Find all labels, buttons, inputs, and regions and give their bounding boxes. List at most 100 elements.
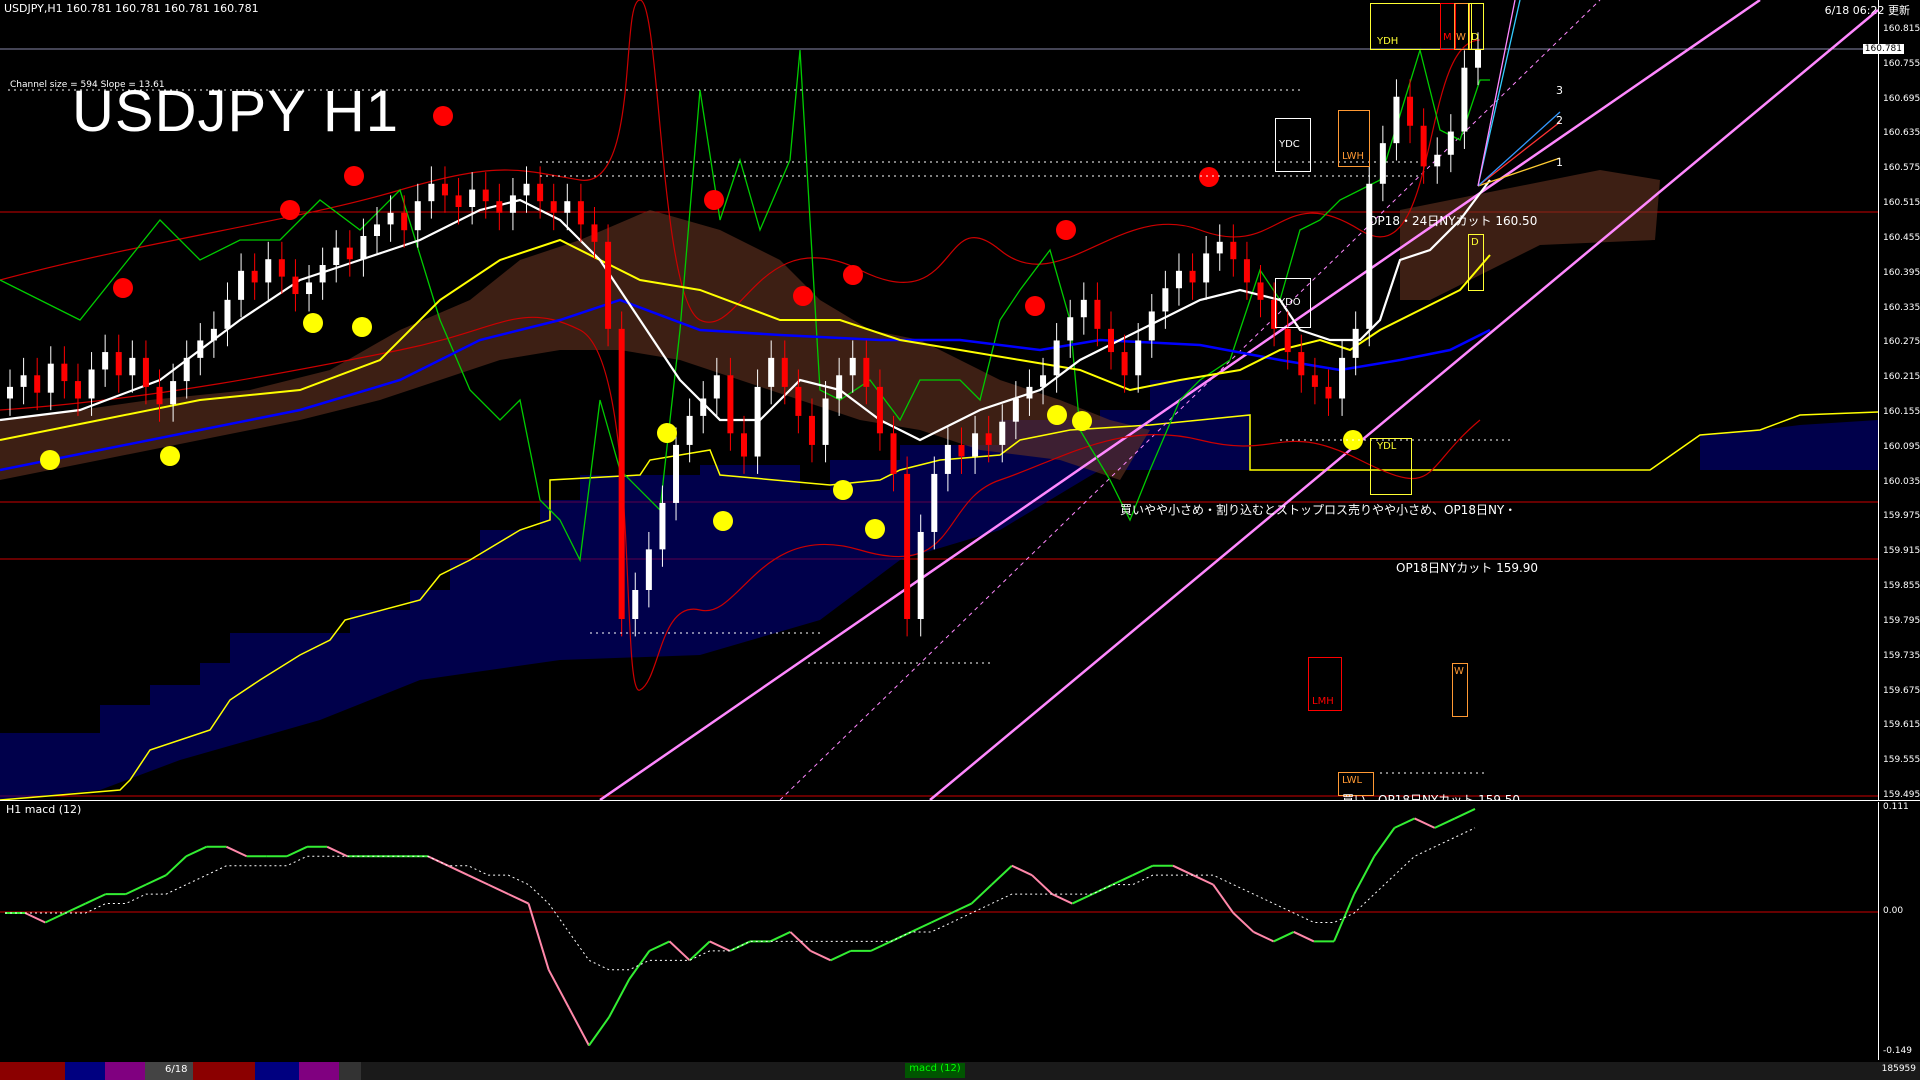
- macd-line-segment: [85, 893, 107, 905]
- candle-bull: [360, 236, 367, 260]
- sell-signal-marker: [1056, 220, 1076, 240]
- macd-line-segment: [810, 949, 832, 962]
- candle-bull: [1175, 270, 1182, 289]
- buy-signal-marker: [833, 480, 853, 500]
- macd-axis: 0.111 0.00 -0.149: [1878, 802, 1920, 1060]
- price-tick-label: 160.215: [1883, 372, 1920, 383]
- candle-bear: [1325, 386, 1332, 399]
- candle-bear: [496, 201, 503, 213]
- period-seg[interactable]: [299, 1062, 339, 1080]
- macd-line-segment: [165, 855, 187, 876]
- candle-bear: [537, 183, 544, 202]
- candle-bear: [1121, 352, 1128, 376]
- candle-bear: [1230, 241, 1237, 260]
- candle-bear: [795, 386, 802, 416]
- buy-signal-marker: [1072, 411, 1092, 431]
- period-seg[interactable]: [105, 1062, 145, 1080]
- candle-bear: [741, 433, 747, 457]
- macd-line-segment: [648, 940, 670, 952]
- price-axis[interactable]: 160.815 160.755 160.695 160.635 160.575 160.5…: [1878, 0, 1920, 800]
- price-tick-label: 160.275: [1883, 337, 1920, 348]
- macd-line-segment: [507, 893, 529, 905]
- panel-divider: [0, 800, 1920, 801]
- macd-line-segment: [870, 940, 892, 952]
- macd-line-segment: [286, 845, 308, 858]
- buy-signal-marker: [40, 450, 60, 470]
- indicator-tab[interactable]: macd (12): [905, 1063, 965, 1078]
- candle-bull: [754, 386, 761, 457]
- price-tick-label: 160.335: [1883, 302, 1920, 313]
- candle-bull: [1012, 398, 1019, 422]
- price-chart[interactable]: [0, 0, 1878, 800]
- candle-bull: [1162, 288, 1169, 312]
- price-tick-label: 160.035: [1883, 476, 1920, 487]
- candle-bear: [808, 415, 815, 445]
- candle-bear: [401, 212, 408, 231]
- macd-chart[interactable]: [0, 802, 1878, 1060]
- candle-bear: [34, 375, 41, 393]
- candle-bear: [605, 241, 612, 329]
- candle-bull: [183, 357, 190, 382]
- period-seg[interactable]: [65, 1062, 105, 1080]
- price-tick-label: 159.915: [1883, 546, 1920, 557]
- candle-bull: [1339, 357, 1346, 399]
- candle-bull: [1352, 328, 1359, 358]
- candle-bear: [904, 473, 911, 620]
- sell-signal-marker: [113, 278, 133, 298]
- lmh-box: LMH: [1308, 657, 1342, 711]
- period-seg[interactable]: [193, 1062, 255, 1080]
- price-tick-label: 160.455: [1883, 232, 1920, 243]
- candle-bull: [7, 386, 13, 399]
- bottom-status-bar: 6/18 macd (12) 185959: [0, 1062, 1920, 1080]
- period-seg[interactable]: [339, 1062, 361, 1080]
- candle-bear: [1243, 259, 1250, 283]
- candle-bull: [224, 299, 231, 329]
- candle-bull: [1067, 317, 1074, 341]
- candle-bull: [1434, 154, 1441, 167]
- macd-tick-top: 0.111: [1883, 802, 1909, 812]
- candle-bull: [1135, 340, 1142, 376]
- period-seg[interactable]: [0, 1062, 65, 1080]
- date-label: 6/18: [165, 1064, 188, 1075]
- candle-bear: [74, 381, 81, 399]
- macd-line-segment: [447, 864, 469, 877]
- candle-bear: [346, 247, 353, 260]
- candle-bull: [713, 375, 720, 399]
- fib-label-2: 2: [1556, 114, 1563, 127]
- candle-bear: [1420, 125, 1427, 167]
- fib-fan-lines: [1477, 0, 1561, 187]
- candle-bull: [917, 531, 924, 620]
- macd-line-segment: [125, 883, 147, 896]
- macd-line-segment: [44, 912, 66, 924]
- candle-bull: [306, 282, 313, 295]
- candle-bear: [890, 433, 897, 474]
- macd-line-segment: [145, 874, 167, 886]
- macd-line-segment: [830, 949, 852, 962]
- candle-bull: [238, 270, 245, 300]
- trading-terminal: USDJPY,H1 160.781 160.781 160.781 160.78…: [0, 0, 1920, 1080]
- buy-signal-marker: [352, 317, 372, 337]
- macd-line-segment: [1031, 874, 1053, 895]
- candle-bull: [129, 357, 136, 376]
- buy-signal-marker: [160, 446, 180, 466]
- candle-bull: [768, 357, 775, 387]
- candle-bear: [292, 276, 299, 295]
- fib-label-3: 3: [1556, 84, 1563, 97]
- price-tick-label: 160.635: [1883, 128, 1920, 139]
- period-seg[interactable]: [255, 1062, 299, 1080]
- candle-bear: [618, 328, 625, 620]
- candle-bull: [414, 201, 421, 231]
- candle-bear: [455, 195, 462, 207]
- candle-bear: [985, 433, 992, 445]
- candle-bear: [781, 357, 788, 387]
- price-tick-label: 160.155: [1883, 407, 1920, 417]
- sell-signal-marker: [843, 265, 863, 285]
- fib-label-1: 1: [1556, 156, 1563, 169]
- macd-line-segment: [1132, 864, 1154, 877]
- price-tick-label: 160.515: [1883, 198, 1920, 209]
- macd-line-segment: [1414, 817, 1436, 829]
- macd-line-segment: [185, 845, 207, 858]
- macd-line-segment: [970, 883, 993, 905]
- macd-line-segment: [1394, 817, 1416, 829]
- candle-bull: [1393, 96, 1400, 144]
